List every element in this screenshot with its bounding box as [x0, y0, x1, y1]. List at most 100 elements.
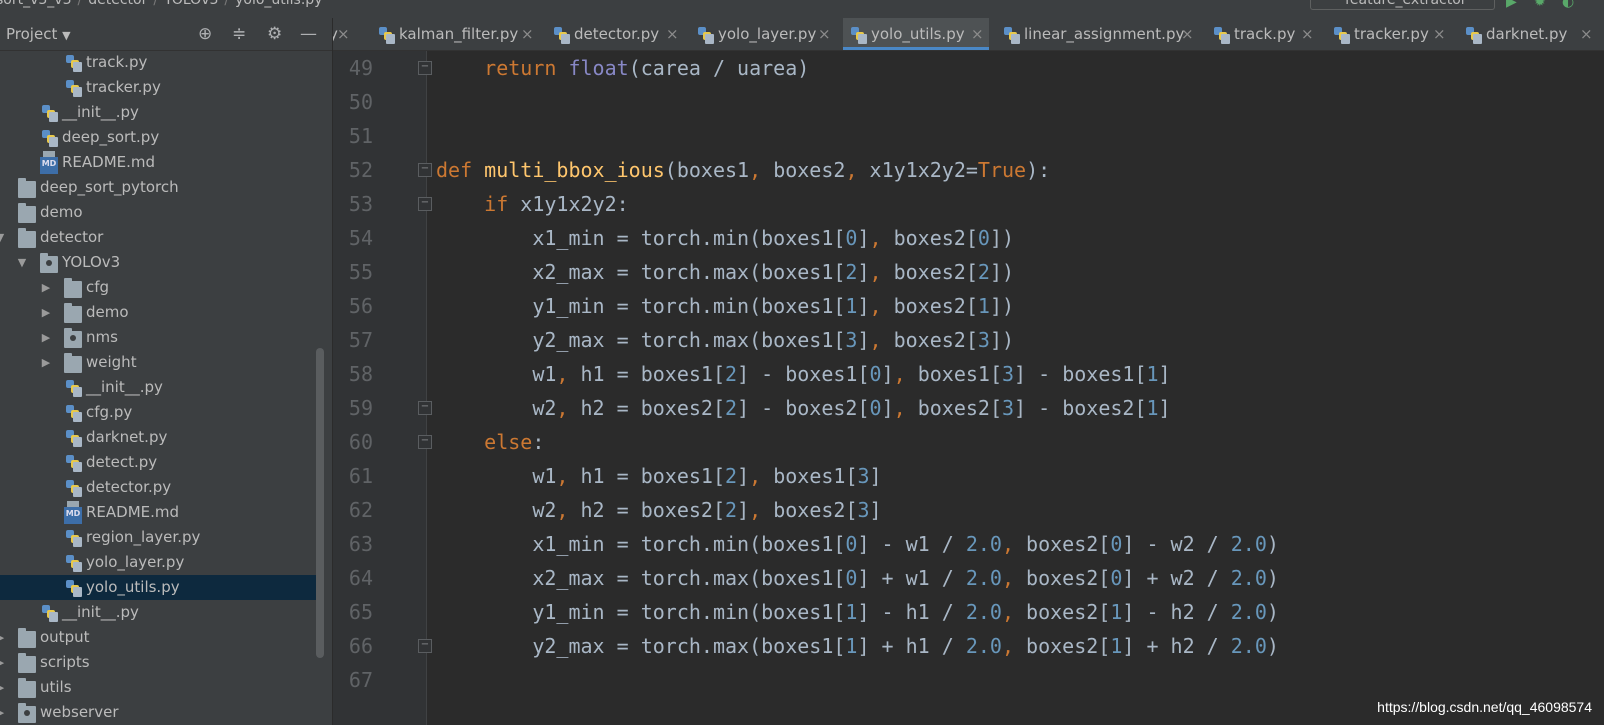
- tree-item[interactable]: deep_sort_pytorch: [0, 175, 322, 200]
- code-line: w2, h2 = boxes2[2] - boxes2[0], boxes2[3…: [436, 391, 1170, 425]
- tree-item[interactable]: detect.py: [0, 450, 322, 475]
- tab-kalman-filter-py[interactable]: kalman_filter.py ×: [371, 18, 539, 50]
- fold-toggle-icon[interactable]: −: [418, 61, 432, 75]
- tab-tracker-py[interactable]: tracker.py ×: [1326, 18, 1451, 50]
- folder-icon: [18, 653, 36, 673]
- code-token: 3: [857, 464, 870, 488]
- close-icon[interactable]: ×: [1301, 18, 1314, 50]
- code-token: 1: [845, 294, 858, 318]
- run-icon[interactable]: ▶: [1506, 0, 1517, 10]
- tree-item[interactable]: detector.py: [0, 475, 322, 500]
- tab-track-py[interactable]: track.py ×: [1206, 18, 1319, 50]
- file-sheet: [386, 34, 395, 44]
- locate-file-icon[interactable]: ⊕: [198, 18, 212, 50]
- code-token: 3: [1002, 362, 1015, 386]
- code-token: 3: [1002, 396, 1015, 420]
- tree-item[interactable]: ▶ weight: [0, 350, 322, 375]
- tree-item[interactable]: ▼ detector: [0, 225, 322, 250]
- tree-item[interactable]: __init__.py: [0, 600, 322, 625]
- file-sheet: [49, 612, 58, 622]
- close-icon[interactable]: ×: [521, 18, 534, 50]
- breadcrumb-item[interactable]: sort_v3_v3: [0, 0, 72, 8]
- tree-item[interactable]: region_layer.py: [0, 525, 322, 550]
- fold-toggle-icon[interactable]: −: [418, 435, 432, 449]
- tree-item[interactable]: ▶ demo: [0, 300, 322, 325]
- tree-item[interactable]: MD README.md: [0, 150, 322, 175]
- run-config-selector[interactable]: feature_extractor: [1310, 0, 1495, 10]
- collapsed-arrow-icon[interactable]: ▶: [0, 700, 6, 725]
- fold-toggle-icon[interactable]: −: [418, 163, 432, 177]
- tab-darknet-py[interactable]: darknet.py ×: [1458, 18, 1598, 50]
- tree-item[interactable]: MD README.md: [0, 500, 322, 525]
- tree-item[interactable]: __init__.py: [0, 375, 322, 400]
- code-token: 2: [725, 396, 738, 420]
- tree-item[interactable]: demo: [0, 200, 322, 225]
- tree-item[interactable]: deep_sort.py: [0, 125, 322, 150]
- close-icon[interactable]: ×: [1580, 18, 1593, 50]
- project-scrollbar[interactable]: [316, 348, 324, 658]
- tree-item[interactable]: darknet.py: [0, 425, 322, 450]
- tab-yolo-layer-py[interactable]: yolo_layer.py ×: [690, 18, 836, 50]
- collapsed-arrow-icon[interactable]: ▶: [0, 675, 6, 700]
- tree-item[interactable]: ▼ YOLOv3: [0, 250, 322, 275]
- python-file-icon: [377, 26, 395, 44]
- fold-toggle-icon[interactable]: −: [418, 197, 432, 211]
- tab-linear-assignment-py[interactable]: linear_assignment.py ×: [996, 18, 1199, 50]
- code-line: y1_min = torch.min(boxes1[1] - h1 / 2.0,…: [436, 595, 1279, 629]
- close-icon[interactable]: ×: [666, 18, 679, 50]
- close-icon[interactable]: ×: [818, 18, 831, 50]
- project-panel-header: Project ▼ ⊕ ≑ ⚙ —: [0, 18, 332, 51]
- tree-item[interactable]: ▶ nms: [0, 325, 322, 350]
- fold-toggle-icon[interactable]: −: [418, 401, 432, 415]
- code-token: 1: [977, 294, 990, 318]
- close-icon[interactable]: ×: [971, 18, 984, 50]
- tree-item[interactable]: ▶ webserver: [0, 700, 322, 725]
- tab-y[interactable]: y×: [333, 18, 355, 50]
- file-sheet: [1341, 34, 1350, 44]
- fold-toggle-icon[interactable]: −: [418, 639, 432, 653]
- collapsed-arrow-icon[interactable]: ▶: [0, 625, 6, 650]
- project-view-selector[interactable]: Project ▼: [6, 18, 71, 52]
- code-line: y2_max = torch.max(boxes1[1] + h1 / 2.0,…: [436, 629, 1279, 663]
- collapsed-arrow-icon[interactable]: ▶: [0, 650, 6, 675]
- tree-item[interactable]: tracker.py: [0, 75, 322, 100]
- breadcrumb-item[interactable]: YOLOv3: [164, 0, 218, 8]
- code-token: w2: [436, 498, 557, 522]
- hide-panel-icon[interactable]: —: [300, 18, 317, 50]
- tree-item[interactable]: ▶ scripts: [0, 650, 322, 675]
- collapsed-arrow-icon[interactable]: ▶: [40, 300, 52, 325]
- tree-item[interactable]: yolo_layer.py: [0, 550, 322, 575]
- folder-icon: [64, 278, 82, 298]
- tree-item[interactable]: __init__.py: [0, 100, 322, 125]
- debug-icon[interactable]: ✹: [1534, 0, 1546, 10]
- collapsed-arrow-icon[interactable]: ▶: [40, 325, 52, 350]
- tab-label: detector.py: [574, 25, 660, 43]
- expanded-arrow-icon[interactable]: ▼: [0, 225, 6, 250]
- code-token: multi_bbox_ious: [484, 158, 665, 182]
- coverage-icon[interactable]: ◐: [1562, 0, 1574, 10]
- tree-item[interactable]: ▶ cfg: [0, 275, 322, 300]
- breadcrumb-item[interactable]: yolo_utils.py: [235, 0, 322, 8]
- close-icon[interactable]: ×: [337, 18, 350, 50]
- collapse-all-icon[interactable]: ≑: [232, 18, 246, 50]
- tab-detector-py[interactable]: detector.py ×: [546, 18, 684, 50]
- tab-yolo-utils-py[interactable]: yolo_utils.py ×: [843, 18, 989, 50]
- close-icon[interactable]: ×: [1433, 18, 1446, 50]
- close-icon[interactable]: ×: [1181, 18, 1194, 50]
- tree-item[interactable]: track.py: [0, 50, 322, 75]
- code-token: ]): [989, 328, 1015, 352]
- collapsed-arrow-icon[interactable]: ▶: [40, 350, 52, 375]
- gear-icon[interactable]: ⚙: [267, 18, 282, 50]
- collapsed-arrow-icon[interactable]: ▶: [40, 275, 52, 300]
- tree-item[interactable]: yolo_utils.py: [0, 575, 322, 600]
- code-editor[interactable]: 49 50 51 52 53 54 55 56 57 58 59 60 61 62 63 64 65 66 67 r…: [333, 51, 1604, 725]
- tree-item[interactable]: ▶ utils: [0, 675, 322, 700]
- tree-item[interactable]: ▶ output: [0, 625, 322, 650]
- code-token: 1: [1110, 634, 1123, 658]
- file-sheet: [858, 34, 867, 44]
- breadcrumb-item[interactable]: detector: [88, 0, 147, 8]
- expanded-arrow-icon[interactable]: ▼: [16, 250, 28, 275]
- file-sheet: [1011, 34, 1020, 44]
- tree-item[interactable]: cfg.py: [0, 400, 322, 425]
